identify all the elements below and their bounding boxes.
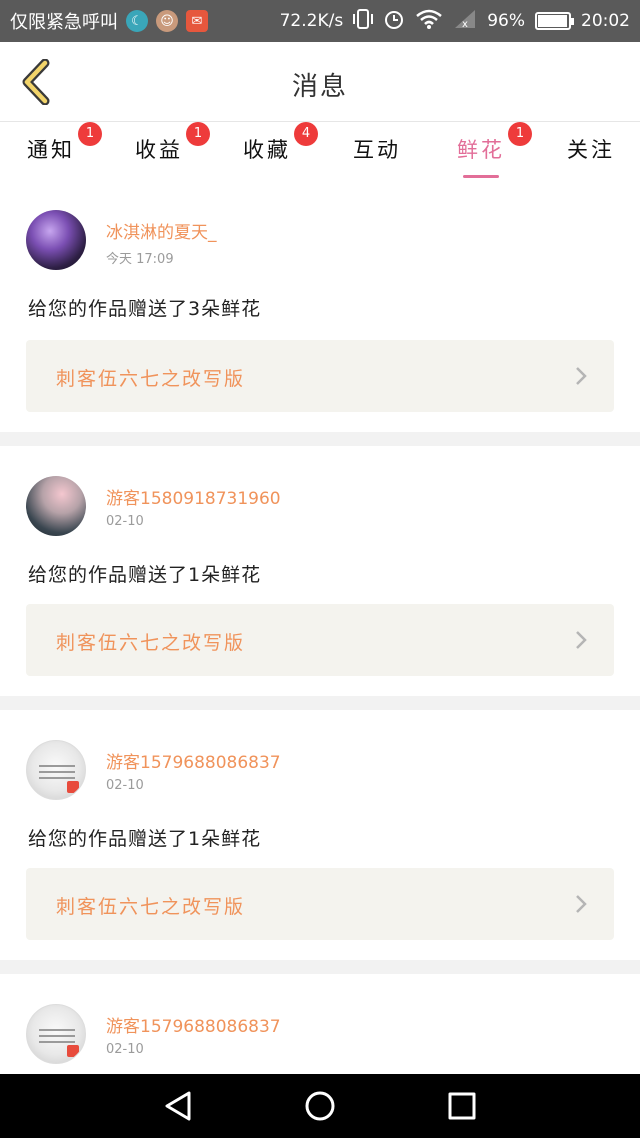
tab-badge: 1 (508, 122, 532, 146)
network-speed: 72.2K/s (279, 11, 344, 31)
back-triangle-icon (165, 1091, 191, 1121)
avatar-app-icon: ☺ (156, 10, 178, 32)
avatar[interactable] (26, 1004, 86, 1064)
battery-fill (538, 15, 567, 27)
battery-percent: 96% (487, 11, 525, 31)
page-title: 消息 (291, 72, 348, 102)
active-tab-underline (463, 175, 499, 178)
avatar-text-lines (39, 761, 75, 783)
signal-icon: x (453, 8, 477, 35)
nav-home-button[interactable] (300, 1088, 340, 1124)
work-title: 刺客伍六七之改写版 (56, 896, 246, 918)
clock: 20:02 (581, 11, 630, 31)
status-bar: 仅限紧急呼叫 ☾ ☺ ✉ 72.2K/s x 96% 20:02 (0, 0, 640, 42)
chevron-right-icon (576, 367, 587, 385)
message-card: 游客1579688086837 02-10 (0, 974, 640, 1074)
timestamp: 02-10 (106, 1042, 144, 1057)
avatar-text-lines (39, 1025, 75, 1047)
svg-text:x: x (462, 19, 468, 30)
timestamp: 02-10 (106, 514, 144, 529)
battery-icon (535, 12, 574, 30)
work-link[interactable]: 刺客伍六七之改写版 (26, 868, 614, 940)
tab-label: 关注 (567, 138, 615, 162)
tab-notifications[interactable]: 通知 1 (26, 122, 102, 174)
username[interactable]: 冰淇淋的夏天_ (106, 218, 217, 243)
timestamp: 今天 17:09 (106, 252, 174, 267)
tab-earnings[interactable]: 收益 1 (134, 122, 210, 174)
username[interactable]: 游客1579688086837 (106, 1012, 281, 1037)
moon-app-icon: ☾ (126, 10, 148, 32)
tab-favorites[interactable]: 收藏 4 (242, 122, 318, 174)
avatar[interactable] (26, 210, 86, 270)
wifi-icon (415, 8, 443, 35)
work-title: 刺客伍六七之改写版 (56, 632, 246, 654)
timestamp: 02-10 (106, 778, 144, 793)
work-link[interactable]: 刺客伍六七之改写版 (26, 340, 614, 412)
message-text: 给您的作品赠送了1朵鲜花 (28, 828, 262, 850)
avatar[interactable] (26, 740, 86, 800)
message-text: 给您的作品赠送了1朵鲜花 (28, 564, 262, 586)
tab-label: 收益 (135, 138, 183, 162)
username[interactable]: 游客1579688086837 (106, 748, 281, 773)
tab-label: 通知 (27, 138, 75, 162)
tab-badge: 1 (78, 122, 102, 146)
alarm-icon (383, 8, 405, 35)
avatar-badge (67, 1045, 79, 1057)
mail-app-icon: ✉ (186, 10, 208, 32)
avatar-badge (67, 781, 79, 793)
nav-recents-button[interactable] (442, 1088, 482, 1124)
carrier-text: 仅限紧急呼叫 (10, 12, 118, 33)
header: 消息 (0, 42, 640, 122)
tab-label: 鲜花 (457, 138, 505, 162)
tab-bar: 通知 1 收益 1 收藏 4 互动 鲜花 1 关注 (0, 122, 640, 180)
tab-interactions[interactable]: 互动 (352, 134, 402, 174)
tab-badge: 4 (294, 122, 318, 146)
vibrate-icon (353, 8, 374, 35)
tab-flowers[interactable]: 鲜花 1 (456, 122, 532, 178)
chevron-right-icon (576, 895, 587, 913)
avatar[interactable] (26, 476, 86, 536)
message-text: 给您的作品赠送了3朵鲜花 (28, 298, 262, 320)
tab-following[interactable]: 关注 (566, 134, 616, 174)
message-card: 游客1580918731960 02-10 给您的作品赠送了1朵鲜花 刺客伍六七… (0, 446, 640, 696)
chevron-right-icon (576, 631, 587, 649)
work-title: 刺客伍六七之改写版 (56, 368, 246, 390)
nav-back-button[interactable] (158, 1088, 198, 1124)
message-card: 游客1579688086837 02-10 给您的作品赠送了1朵鲜花 刺客伍六七… (0, 710, 640, 960)
work-link[interactable]: 刺客伍六七之改写版 (26, 604, 614, 676)
username[interactable]: 游客1580918731960 (106, 484, 281, 509)
home-circle-icon (305, 1091, 335, 1121)
system-nav-bar (0, 1074, 640, 1138)
tab-label: 收藏 (243, 138, 291, 162)
message-card: 冰淇淋的夏天_ 今天 17:09 给您的作品赠送了3朵鲜花 刺客伍六七之改写版 (0, 180, 640, 432)
tab-label: 互动 (353, 138, 401, 162)
tab-badge: 1 (186, 122, 210, 146)
recents-square-icon (448, 1092, 476, 1120)
